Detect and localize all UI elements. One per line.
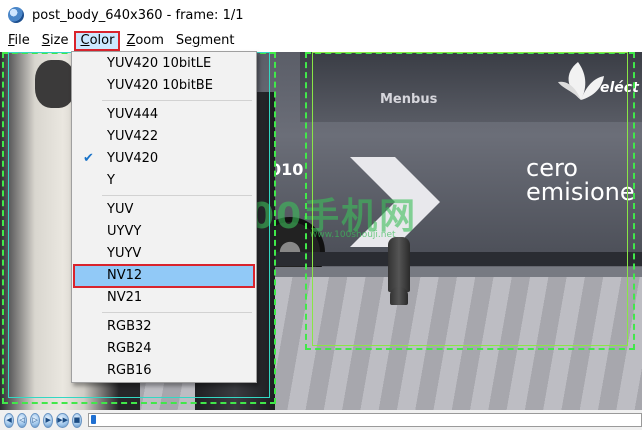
color-option-yuyv[interactable]: YUYV: [74, 243, 254, 265]
color-option-rgb16[interactable]: RGB16: [74, 360, 254, 382]
last-frame-button[interactable]: ▶▶: [56, 412, 69, 428]
menu-separator: [102, 195, 252, 196]
color-option-yuv420-10bitle[interactable]: YUV420 10bitLE: [74, 53, 254, 75]
app-icon: [8, 7, 24, 23]
menu-separator: [102, 100, 252, 101]
frame-slider[interactable]: [88, 413, 642, 427]
prev-frame-button[interactable]: ◁: [17, 412, 28, 428]
color-option-nv21[interactable]: NV21: [74, 287, 254, 309]
next-frame-button[interactable]: ▶: [43, 412, 54, 428]
color-option-y[interactable]: Y: [74, 170, 254, 192]
menu-size[interactable]: Size: [36, 31, 75, 51]
color-option-yuv420-10bitbe[interactable]: YUV420 10bitBE: [74, 75, 254, 97]
color-option-uyvy[interactable]: UYVY: [74, 221, 254, 243]
color-option-yuv[interactable]: YUV: [74, 199, 254, 221]
checkmark-icon: ✔: [83, 151, 94, 166]
window-title: post_body_640x360 - frame: 1/1: [32, 7, 244, 23]
menu-color[interactable]: Color: [74, 31, 121, 51]
detection-box: [312, 52, 628, 346]
title-bar: post_body_640x360 - frame: 1/1: [0, 0, 642, 30]
play-button[interactable]: ▷: [30, 412, 41, 428]
menu-bar: File Size Color Zoom Segment: [0, 30, 642, 52]
color-option-nv12[interactable]: NV12: [73, 264, 255, 288]
color-option-rgb24[interactable]: RGB24: [74, 338, 254, 360]
color-option-rgb32[interactable]: RGB32: [74, 316, 254, 338]
color-option-yuv422[interactable]: YUV422: [74, 126, 254, 148]
menu-segment[interactable]: Segment: [170, 31, 241, 51]
frame-slider-thumb[interactable]: [91, 415, 97, 424]
stop-button[interactable]: ■: [71, 412, 83, 428]
color-menu: YUV420 10bitLE YUV420 10bitBE YUV444 YUV…: [71, 51, 257, 383]
menu-file[interactable]: File: [2, 31, 36, 51]
color-option-yuv420[interactable]: ✔ YUV420: [74, 148, 254, 170]
menu-separator: [102, 312, 252, 313]
color-option-yuv444[interactable]: YUV444: [74, 104, 254, 126]
menu-zoom[interactable]: Zoom: [120, 31, 169, 51]
first-frame-button[interactable]: ◀: [4, 412, 15, 428]
player-controls: ◀ ◁ ▷ ▶ ▶▶ ■: [0, 410, 642, 430]
